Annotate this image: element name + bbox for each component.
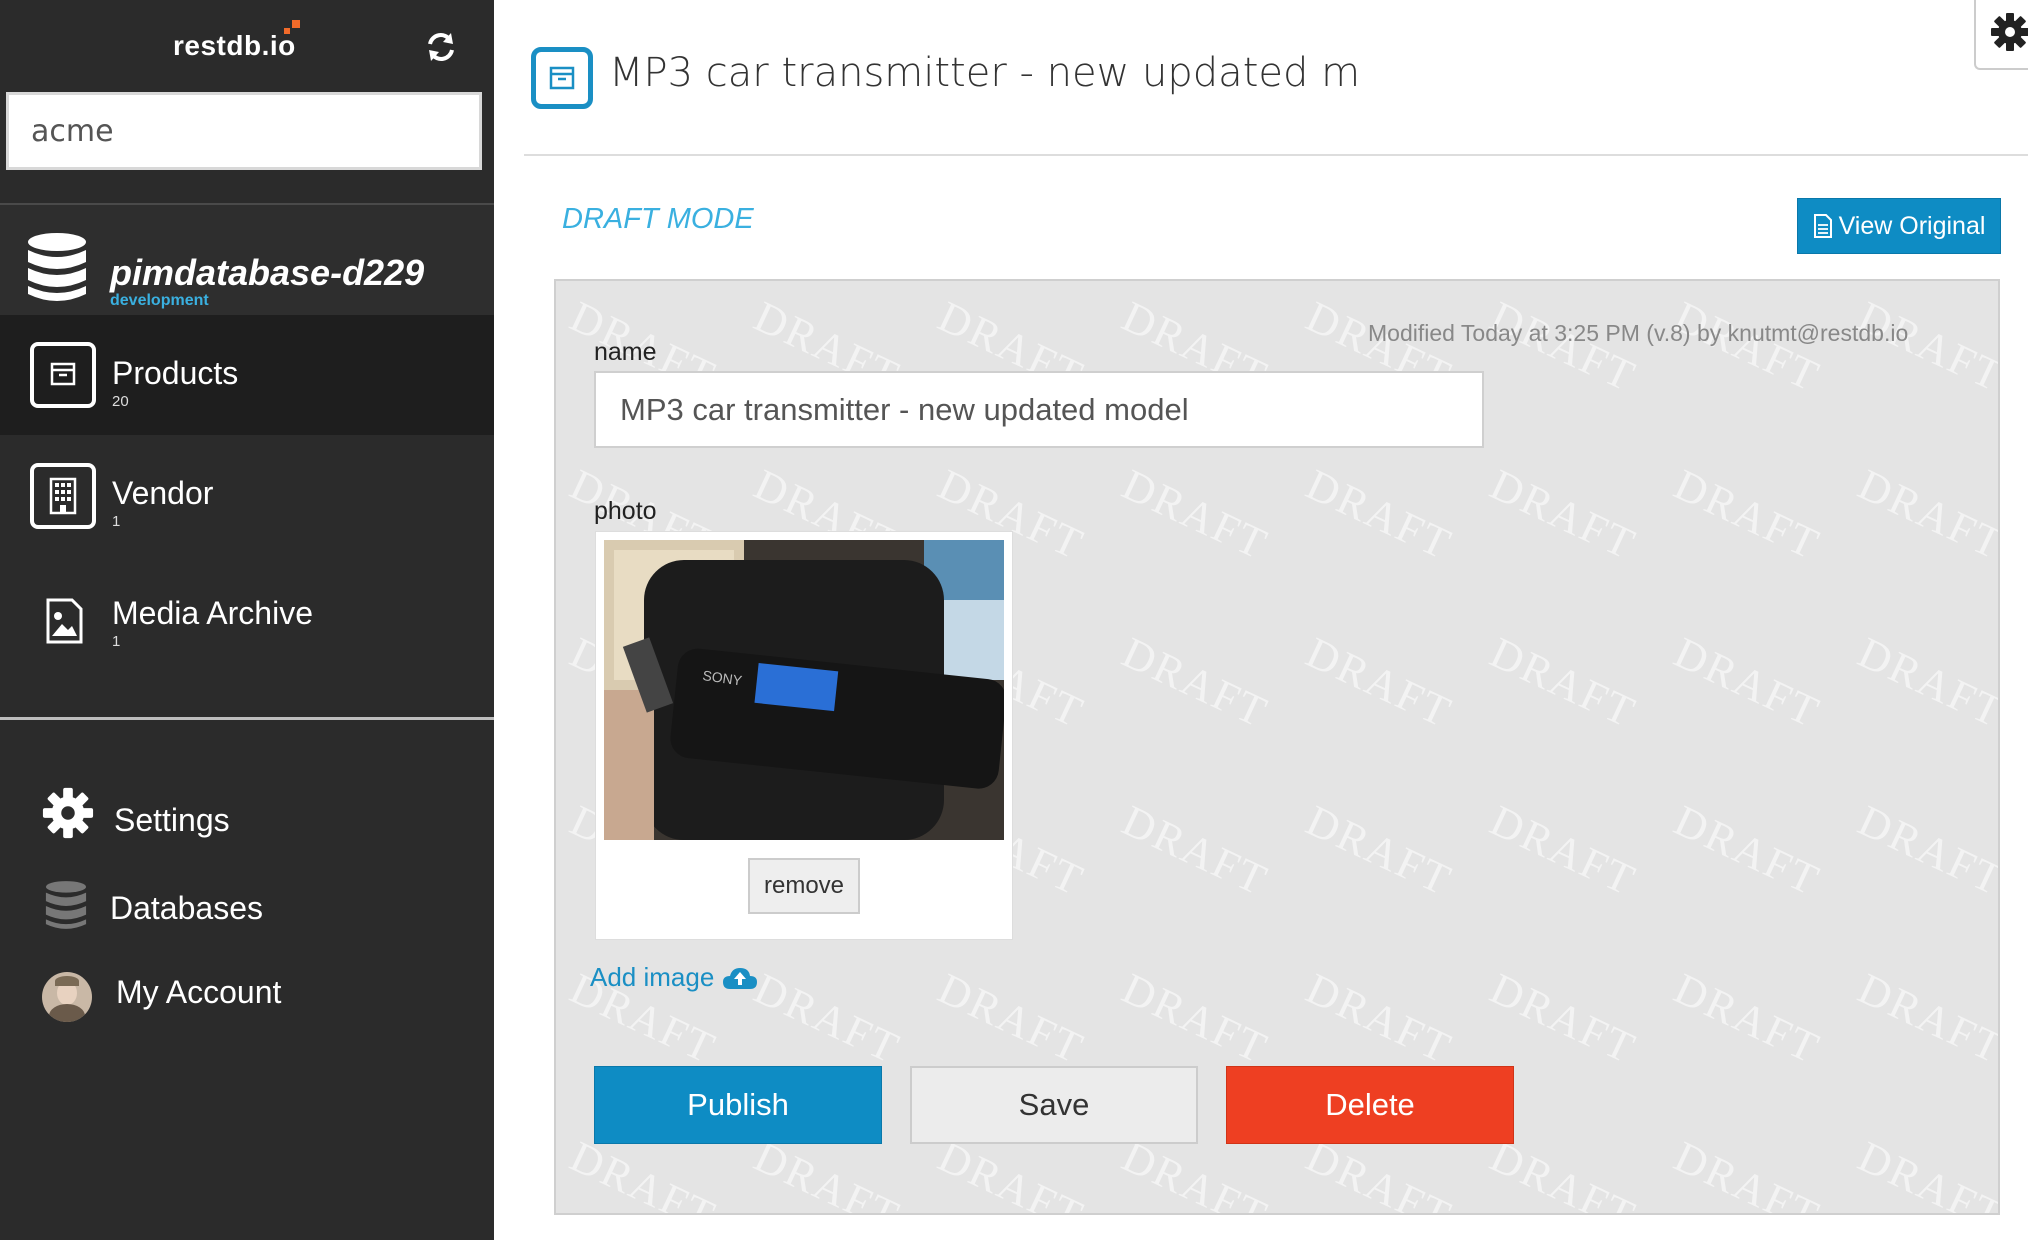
settings-gear-button[interactable] xyxy=(1974,0,2028,70)
sidebar-item-databases[interactable]: Databases xyxy=(0,878,494,942)
view-original-label: View Original xyxy=(1838,211,1986,240)
search-input[interactable]: acme xyxy=(6,92,482,170)
brand-logo-mark xyxy=(292,20,300,28)
draft-watermark: DRAFT xyxy=(1482,963,1644,1074)
draft-watermark: DRAFT xyxy=(1666,627,1828,738)
refresh-icon[interactable] xyxy=(424,30,458,64)
gear-icon xyxy=(42,787,94,839)
draft-watermark: DRAFT xyxy=(746,963,908,1074)
photo-label: photo xyxy=(594,497,657,525)
sidebar-item-products[interactable]: Products 20 xyxy=(0,315,494,435)
page-title: MP3 car transmitter - new updated m xyxy=(609,50,1361,96)
view-original-button[interactable]: View Original xyxy=(1797,198,2001,254)
name-label: name xyxy=(594,338,657,366)
sidebar-item-label: Media Archive xyxy=(112,595,313,631)
database-icon xyxy=(45,881,87,929)
draft-mode-label: DRAFT MODE xyxy=(562,203,754,235)
sidebar-item-label: Databases xyxy=(110,890,263,926)
product-photo: SONY xyxy=(604,540,1004,840)
sidebar-item-settings[interactable]: Settings xyxy=(0,786,494,850)
avatar xyxy=(42,972,92,1022)
draft-watermark: DRAFT xyxy=(1850,1131,2000,1215)
draft-watermark: DRAFT xyxy=(1850,459,2000,570)
brand-logo-mark xyxy=(284,28,290,34)
document-icon xyxy=(1813,214,1832,238)
database-name[interactable]: pimdatabase-d229 xyxy=(110,252,424,294)
publish-button[interactable]: Publish xyxy=(594,1066,882,1144)
draft-watermark: DRAFT xyxy=(1114,963,1276,1074)
sidebar-item-label: Products xyxy=(112,355,239,391)
draft-watermark: DRAFT xyxy=(1114,795,1276,906)
archive-icon xyxy=(30,342,96,408)
database-icon xyxy=(28,233,86,301)
draft-watermark: DRAFT xyxy=(1666,459,1828,570)
sidebar-divider xyxy=(0,717,494,720)
remove-photo-button[interactable]: remove xyxy=(748,858,860,914)
collection-archive-icon xyxy=(531,47,593,109)
sidebar: restdb.io acme pimdatabase-d229 developm… xyxy=(0,0,494,1240)
draft-watermark: DRAFT xyxy=(1482,459,1644,570)
draft-watermark: DRAFT xyxy=(1666,795,1828,906)
sidebar-item-my-account[interactable]: My Account xyxy=(0,966,494,1030)
draft-watermark: DRAFT xyxy=(930,963,1092,1074)
sidebar-item-count: 20 xyxy=(112,393,129,410)
draft-watermark: DRAFT xyxy=(1298,627,1460,738)
brand-bar: restdb.io xyxy=(0,0,494,92)
add-image-label: Add image xyxy=(590,962,715,992)
delete-button[interactable]: Delete xyxy=(1226,1066,1514,1144)
sidebar-item-label: Vendor xyxy=(112,475,214,511)
sidebar-item-vendor[interactable]: Vendor 1 xyxy=(0,435,494,555)
image-file-icon xyxy=(46,598,83,644)
sidebar-item-label: Settings xyxy=(114,802,230,838)
draft-watermark: DRAFT xyxy=(1114,459,1276,570)
save-button[interactable]: Save xyxy=(910,1066,1198,1144)
draft-watermark: DRAFT xyxy=(1850,795,2000,906)
gear-icon xyxy=(1991,13,2028,51)
draft-watermark: DRAFT xyxy=(1114,627,1276,738)
add-image-link[interactable]: Add image xyxy=(590,962,758,993)
database-environment: development xyxy=(110,292,209,309)
draft-watermark: DRAFT xyxy=(1298,795,1460,906)
modified-info: Modified Today at 3:25 PM (v.8) by knutm… xyxy=(1368,320,1909,346)
brand-logo[interactable]: restdb.io xyxy=(173,30,296,62)
draft-watermark: DRAFT xyxy=(1850,627,2000,738)
header-divider xyxy=(524,154,2028,156)
draft-watermark: DRAFT xyxy=(1482,795,1644,906)
name-field[interactable]: MP3 car transmitter - new updated model xyxy=(594,371,1484,448)
draft-watermark: DRAFT xyxy=(1298,459,1460,570)
building-icon xyxy=(30,463,96,529)
sidebar-item-count: 1 xyxy=(112,633,121,650)
sidebar-item-count: 1 xyxy=(112,513,121,530)
sidebar-item-label: My Account xyxy=(116,974,282,1010)
draft-watermark: DRAFT xyxy=(1666,1131,1828,1215)
draft-watermark: DRAFT xyxy=(1298,963,1460,1074)
draft-watermark: DRAFT xyxy=(1666,963,1828,1074)
sidebar-item-media-archive[interactable]: Media Archive 1 xyxy=(0,555,494,675)
draft-watermark: DRAFT xyxy=(1850,963,2000,1074)
cloud-upload-icon xyxy=(723,967,758,989)
draft-watermark: DRAFT xyxy=(1482,627,1644,738)
